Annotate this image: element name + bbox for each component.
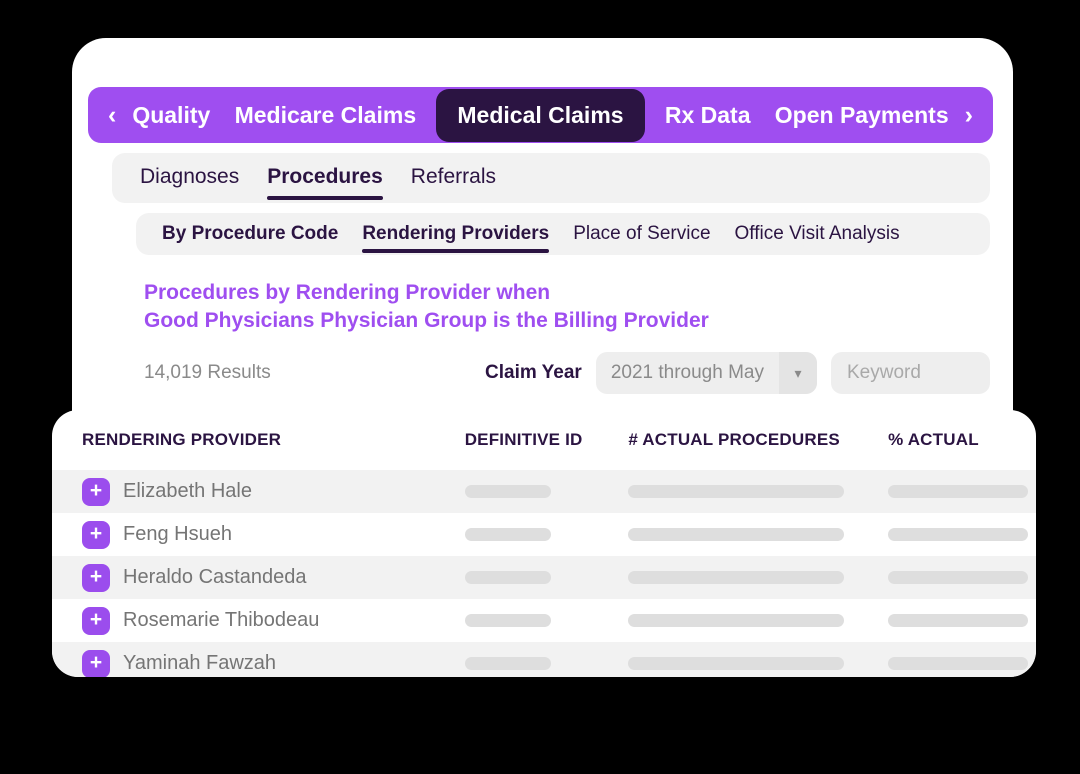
nav-item-open-payments[interactable]: Open Payments <box>769 102 955 129</box>
cell-rendering-provider: + Yaminah Fawzah <box>82 649 465 677</box>
cell-percent-actual <box>888 528 1036 541</box>
results-table-card: RENDERING PROVIDER DEFINITIVE ID # ACTUA… <box>52 410 1036 677</box>
column-header-actual-procedures[interactable]: # ACTUAL PROCEDURES <box>628 430 888 450</box>
table-row[interactable]: + Yaminah Fawzah <box>52 642 1036 677</box>
cell-percent-actual <box>888 485 1036 498</box>
table-row[interactable]: + Feng Hsueh <box>52 513 1036 556</box>
cell-percent-actual <box>888 571 1036 584</box>
claim-year-select[interactable]: 2021 through May ▾ <box>595 352 817 394</box>
tab-office-visit-analysis[interactable]: Office Visit Analysis <box>735 223 900 245</box>
placeholder-bar <box>888 485 1029 498</box>
chevron-down-icon[interactable]: ▾ <box>779 352 817 394</box>
cell-rendering-provider: + Elizabeth Hale <box>82 477 465 506</box>
chevron-left-icon[interactable]: ‹ <box>102 102 122 128</box>
cell-rendering-provider: + Feng Hsueh <box>82 520 465 549</box>
table-row[interactable]: + Elizabeth Hale <box>52 470 1036 513</box>
plus-glyph: + <box>89 479 103 502</box>
page-title-line-1: Procedures by Rendering Provider when <box>144 281 551 304</box>
cell-rendering-provider: + Heraldo Castandeda <box>82 563 465 592</box>
placeholder-bar <box>888 528 1029 541</box>
plus-icon[interactable]: + <box>82 477 110 506</box>
plus-icon[interactable]: + <box>82 520 110 549</box>
filter-bar: 14,019 Results Claim Year 2021 through M… <box>144 352 990 394</box>
placeholder-bar <box>628 528 845 541</box>
claim-year-value: 2021 through May <box>610 362 764 383</box>
placeholder-bar <box>888 571 1029 584</box>
nav-item-rx-data[interactable]: Rx Data <box>659 102 757 129</box>
column-header-definitive-id[interactable]: DEFINITIVE ID <box>465 430 629 450</box>
nav-item-medicare-claims[interactable]: Medicare Claims <box>229 102 423 129</box>
placeholder-bar <box>464 571 551 584</box>
cell-definitive-id <box>464 528 629 541</box>
primary-nav-items: Quality Medicare Claims Medical Claims R… <box>122 88 958 142</box>
tab-referrals[interactable]: Referrals <box>411 165 496 191</box>
cell-actual-procedures <box>628 657 888 670</box>
placeholder-bar <box>464 528 551 541</box>
plus-glyph: + <box>89 522 103 545</box>
cell-actual-procedures <box>628 571 888 584</box>
placeholder-bar <box>628 614 845 627</box>
results-count: 14,019 Results <box>144 362 271 383</box>
page-title: Procedures by Rendering Provider when Go… <box>144 279 904 335</box>
claim-year-label: Claim Year <box>485 362 582 383</box>
cell-rendering-provider: + Rosemarie Thibodeau <box>82 606 465 635</box>
provider-name: Heraldo Castandeda <box>123 566 307 588</box>
cell-percent-actual <box>888 657 1036 670</box>
plus-icon[interactable]: + <box>82 649 110 677</box>
tab-diagnoses[interactable]: Diagnoses <box>140 165 239 191</box>
column-header-percent-actual[interactable]: % ACTUAL <box>888 430 1036 450</box>
placeholder-bar <box>888 657 1029 670</box>
chevron-right-icon[interactable]: › <box>959 102 979 128</box>
keyword-input[interactable] <box>831 352 990 394</box>
table-row[interactable]: + Heraldo Castandeda <box>52 556 1036 599</box>
cell-actual-procedures <box>628 528 888 541</box>
plus-glyph: + <box>89 651 103 674</box>
provider-name: Rosemarie Thibodeau <box>123 609 320 631</box>
plus-glyph: + <box>89 608 103 631</box>
plus-icon[interactable]: + <box>82 563 110 592</box>
tab-procedures[interactable]: Procedures <box>267 165 383 200</box>
plus-icon[interactable]: + <box>82 606 110 635</box>
nav-item-medical-claims[interactable]: Medical Claims <box>436 88 645 142</box>
cell-definitive-id <box>464 657 629 670</box>
secondary-tab-bar: Diagnoses Procedures Referrals <box>112 153 990 203</box>
cell-definitive-id <box>464 614 629 627</box>
cell-actual-procedures <box>628 614 888 627</box>
primary-nav-bar: ‹ Quality Medicare Claims Medical Claims… <box>88 87 993 143</box>
cell-definitive-id <box>464 571 629 584</box>
placeholder-bar <box>628 657 845 670</box>
table-header-row: RENDERING PROVIDER DEFINITIVE ID # ACTUA… <box>52 410 1036 470</box>
filter-controls: Claim Year 2021 through May ▾ <box>485 352 990 394</box>
provider-name: Elizabeth Hale <box>123 480 252 502</box>
page-title-line-2: Good Physicians Physician Group is the B… <box>144 309 709 332</box>
tab-place-of-service[interactable]: Place of Service <box>573 223 710 245</box>
cell-definitive-id <box>464 485 629 498</box>
placeholder-bar <box>464 614 551 627</box>
placeholder-bar <box>464 485 551 498</box>
cell-actual-procedures <box>628 485 888 498</box>
plus-glyph: + <box>89 565 103 588</box>
column-header-rendering-provider[interactable]: RENDERING PROVIDER <box>82 430 465 450</box>
screenshot-root: ‹ Quality Medicare Claims Medical Claims… <box>0 0 1080 774</box>
provider-name: Feng Hsueh <box>123 523 232 545</box>
tertiary-tab-bar: By Procedure Code Rendering Providers Pl… <box>136 213 990 255</box>
tab-by-procedure-code[interactable]: By Procedure Code <box>162 223 338 245</box>
placeholder-bar <box>628 485 845 498</box>
placeholder-bar <box>464 657 551 670</box>
placeholder-bar <box>628 571 845 584</box>
placeholder-bar <box>888 614 1029 627</box>
provider-name: Yaminah Fawzah <box>123 652 277 674</box>
tab-rendering-providers[interactable]: Rendering Providers <box>362 223 549 253</box>
table-row[interactable]: + Rosemarie Thibodeau <box>52 599 1036 642</box>
nav-item-quality[interactable]: Quality <box>126 102 216 129</box>
cell-percent-actual <box>888 614 1036 627</box>
